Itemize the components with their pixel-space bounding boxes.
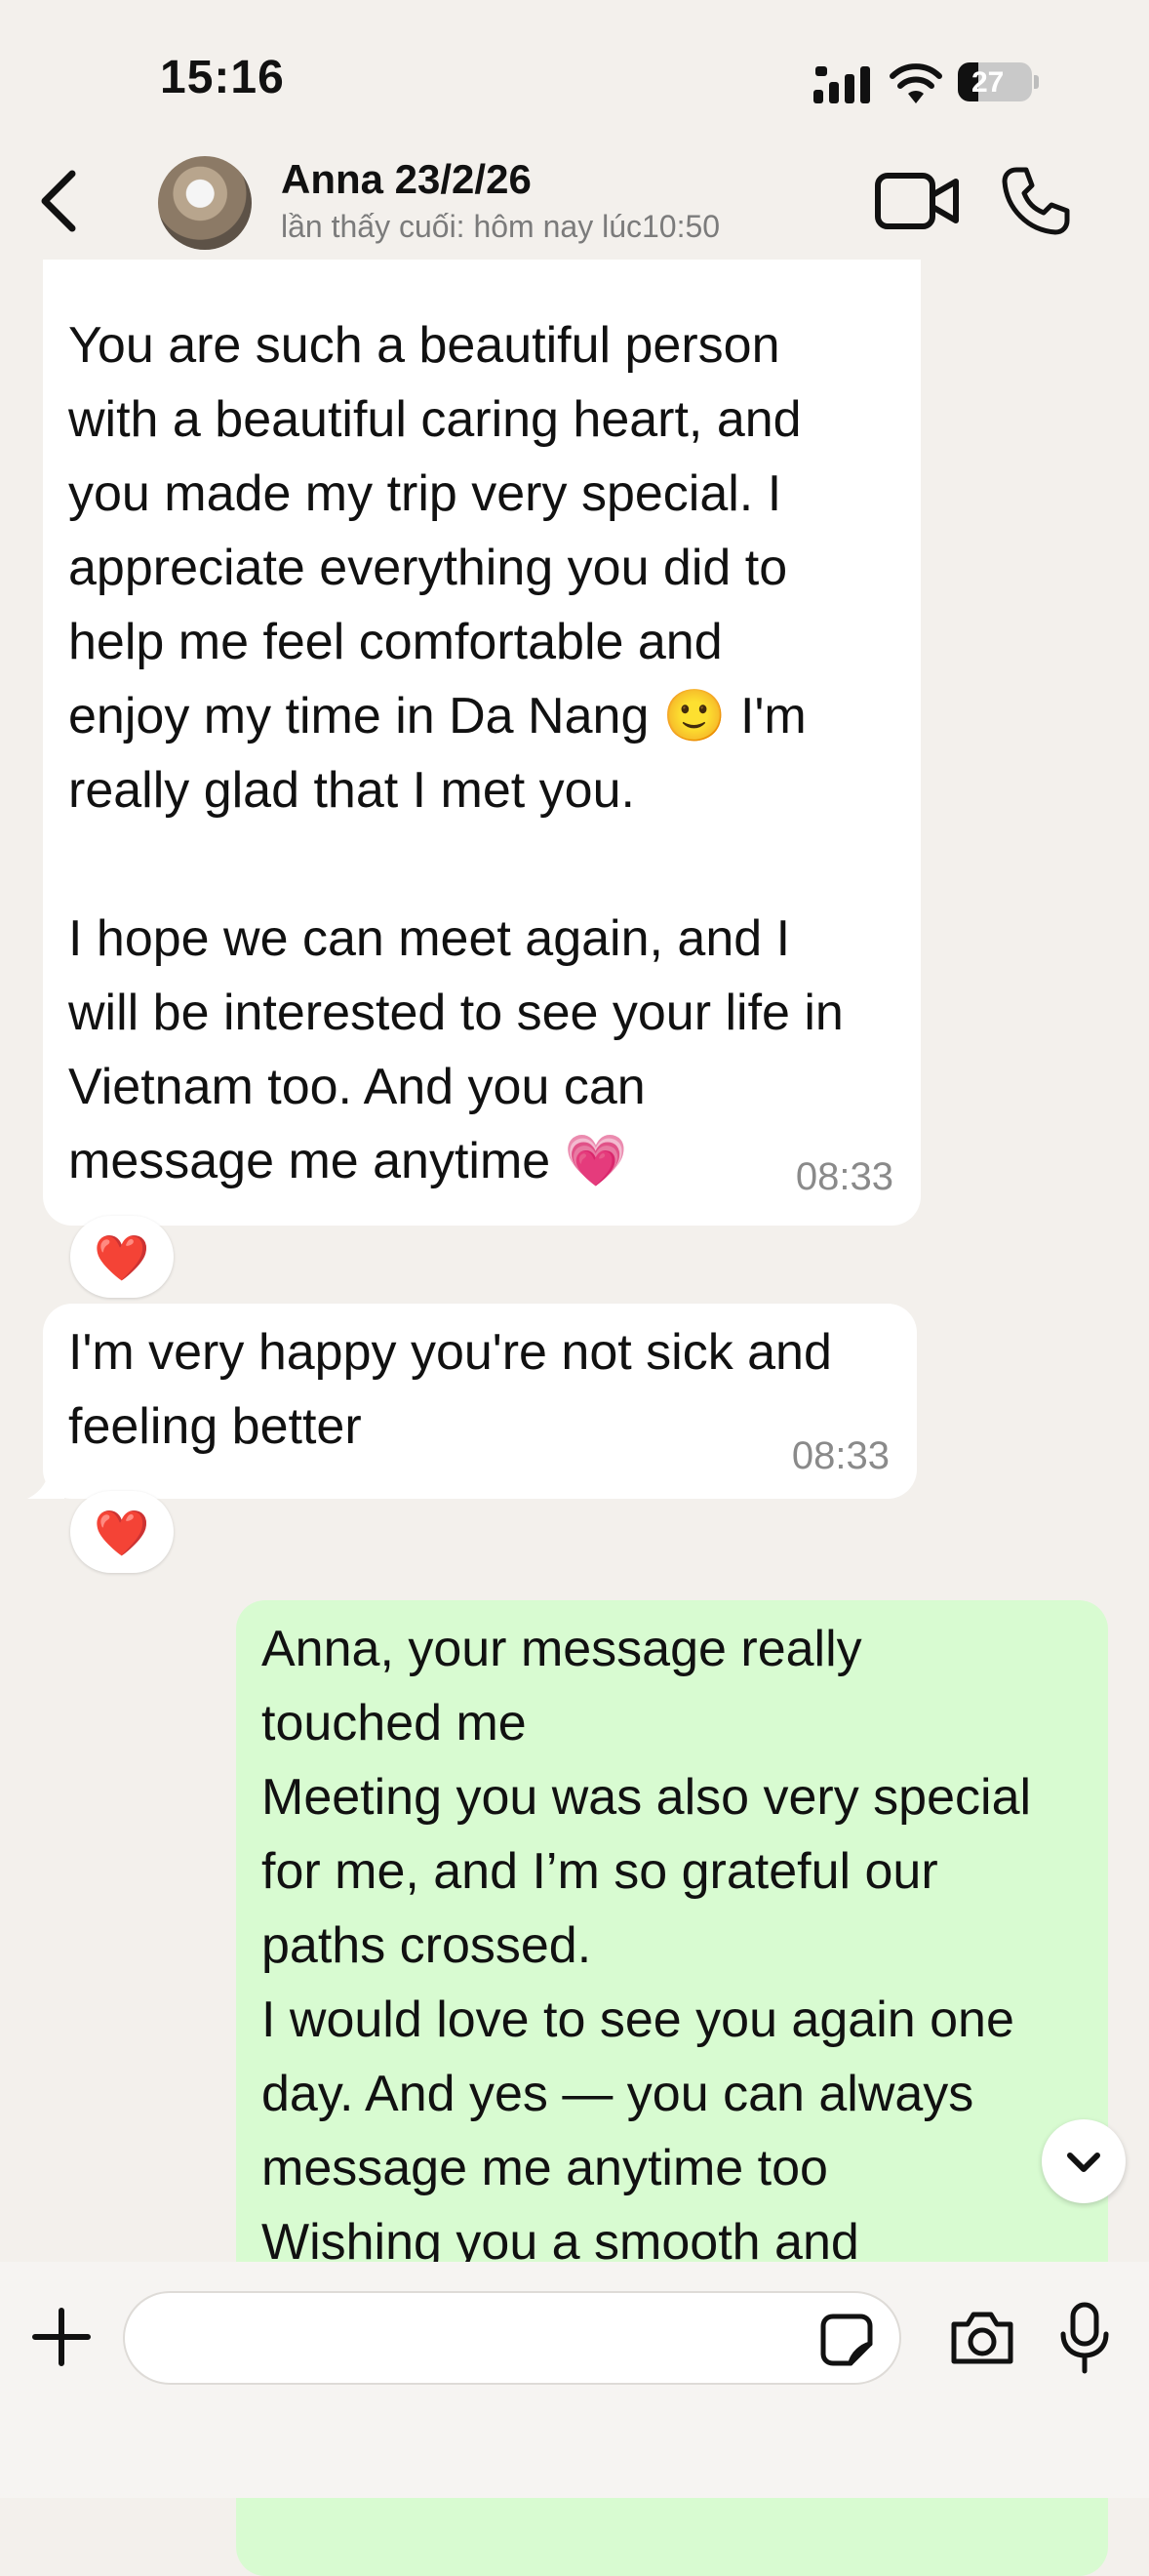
plus-icon[interactable] — [29, 2305, 94, 2369]
wifi-icon — [890, 63, 942, 103]
home-indicator-area — [0, 2439, 1149, 2498]
message-text: Anna, your message really touched me Mee… — [261, 1621, 1032, 2271]
battery-body: 27 — [958, 62, 1032, 101]
battery-cap — [1034, 75, 1039, 89]
scroll-to-bottom-button[interactable] — [1042, 2119, 1126, 2203]
camera-icon[interactable] — [948, 2307, 1016, 2369]
last-seen-status: lần thấy cuối: hôm nay lúc10:50 — [281, 209, 721, 244]
message-text: I'm very happy you're not sick and feeli… — [68, 1324, 832, 1455]
message-bubble-incoming[interactable]: I'm very happy you're not sick and feeli… — [43, 1304, 917, 1499]
cellular-signal-icon — [813, 66, 870, 103]
bubble-tail — [27, 1462, 64, 1499]
sticker-icon[interactable] — [819, 2313, 874, 2367]
reaction-heart[interactable]: ❤️ — [70, 1216, 174, 1298]
video-camera-icon[interactable] — [874, 168, 960, 234]
microphone-icon[interactable] — [1055, 2301, 1114, 2375]
message-timestamp: 08:33 — [795, 1155, 893, 1198]
avatar[interactable] — [158, 156, 252, 250]
chevron-left-icon[interactable] — [25, 160, 94, 242]
message-bubble-incoming[interactable]: You are such a beautiful person with a b… — [43, 260, 921, 1226]
battery-percent: 27 — [971, 66, 1005, 99]
chevron-down-icon — [1067, 2153, 1100, 2172]
phone-icon[interactable] — [999, 164, 1073, 238]
message-input[interactable] — [123, 2291, 901, 2385]
reaction-heart[interactable]: ❤️ — [70, 1491, 174, 1573]
chat-header: Anna 23/2/26 lần thấy cuối: hôm nay lúc1… — [0, 146, 1149, 263]
battery-indicator: 27 — [958, 62, 1040, 105]
message-timestamp: 08:33 — [791, 1434, 890, 1477]
status-bar: 15:16 27 — [0, 0, 1149, 146]
contact-name[interactable]: Anna 23/2/26 — [281, 156, 532, 203]
message-text: You are such a beautiful person with a b… — [68, 317, 844, 1189]
status-time: 15:16 — [160, 52, 285, 103]
